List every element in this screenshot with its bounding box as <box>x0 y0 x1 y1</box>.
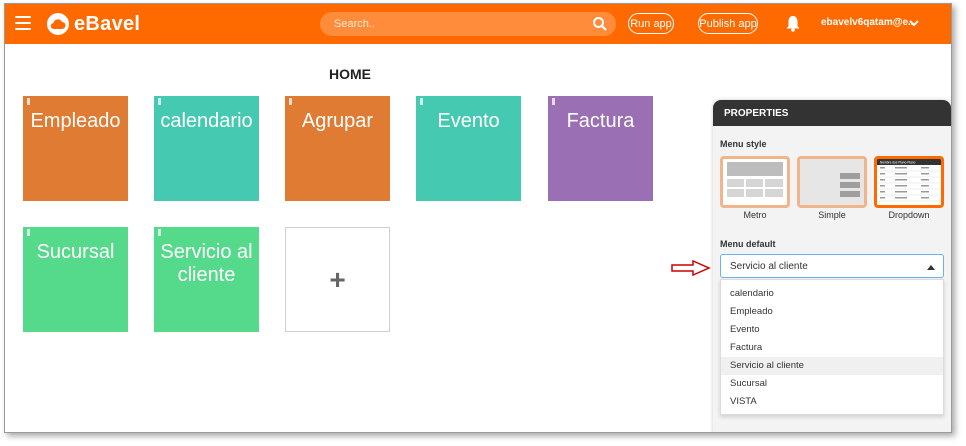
bell-icon[interactable] <box>785 15 801 32</box>
app-tile[interactable]: calendario <box>154 96 259 201</box>
style-option-dropdown[interactable]: Nombre dos Plano Plano <box>874 156 944 208</box>
tile-label: Servicio al cliente <box>160 241 253 286</box>
dropdown-option[interactable]: Evento <box>721 321 943 339</box>
simple-thumbnail-icon <box>800 159 864 205</box>
tile-handle-icon <box>289 98 292 105</box>
dropdown-option[interactable]: calendario <box>721 285 943 303</box>
dropdown-option[interactable]: Empleado <box>721 303 943 321</box>
app-tile[interactable]: Sucursal <box>23 227 128 332</box>
dropdown-option[interactable]: Servicio al cliente <box>721 357 943 375</box>
search-input[interactable] <box>334 18 574 30</box>
publish-app-button[interactable]: Publish app <box>698 13 758 34</box>
app-tile[interactable]: Evento <box>416 96 521 201</box>
tile-handle-icon <box>420 98 423 105</box>
app-tile[interactable]: Factura <box>548 96 653 201</box>
plus-icon: + <box>329 263 346 295</box>
tile-handle-icon <box>158 229 161 236</box>
tile-handle-icon <box>27 229 30 236</box>
menu-default-options: calendario Empleado Evento Factura Servicio … <box>720 279 944 415</box>
panel-title: PROPERTIES <box>713 100 951 126</box>
metro-thumbnail-icon <box>727 162 783 197</box>
cloud-icon <box>47 13 69 35</box>
tile-handle-icon <box>158 98 161 105</box>
thumb-header-text: Nombre dos Plano Plano <box>880 161 916 165</box>
menu-default-label: Menu default <box>720 239 776 249</box>
top-bar: eBavel Run app Publish app ebavelv6qatam… <box>5 4 951 44</box>
tile-label: Evento <box>437 110 500 132</box>
dropdown-option[interactable]: Sucursal <box>721 375 943 393</box>
brand-name: eBavel <box>74 12 141 35</box>
tile-label: Empleado <box>30 110 121 132</box>
search-box[interactable] <box>320 12 616 36</box>
tile-handle-icon <box>552 98 555 105</box>
app-tile[interactable]: Empleado <box>23 96 128 201</box>
chevron-down-icon[interactable] <box>908 18 920 28</box>
app-window: eBavel Run app Publish app ebavelv6qatam… <box>4 3 952 433</box>
tile-label: Sucursal <box>36 241 115 263</box>
dropdown-option[interactable]: VISTA <box>721 393 943 411</box>
style-caption-metro: Metro <box>743 210 767 220</box>
user-email[interactable]: ebavelv6qatam@e... <box>821 17 916 28</box>
app-tile[interactable]: Servicio al cliente <box>154 227 259 332</box>
page-title: HOME <box>329 66 371 82</box>
style-option-metro[interactable] <box>720 156 790 208</box>
search-icon[interactable] <box>592 16 608 32</box>
style-caption-dropdown: Dropdown <box>888 210 930 220</box>
style-option-simple[interactable] <box>797 156 867 208</box>
tile-handle-icon <box>27 98 30 105</box>
menu-default-select[interactable]: Servicio al cliente <box>720 254 944 278</box>
tile-label: Factura <box>566 110 635 132</box>
run-app-button[interactable]: Run app <box>628 13 674 34</box>
menu-style-label: Menu style <box>720 139 767 149</box>
app-tile[interactable]: Agrupar <box>285 96 390 201</box>
brand-logo[interactable]: eBavel <box>47 10 140 38</box>
add-tile-button[interactable]: + <box>285 227 390 332</box>
dropdown-option[interactable]: Factura <box>721 339 943 357</box>
dropdown-thumbnail-icon: Nombre dos Plano Plano <box>877 159 941 205</box>
select-value: Servicio al cliente <box>730 261 808 272</box>
properties-panel: PROPERTIES Menu style Metro Simple Nombr… <box>713 100 951 432</box>
arrow-right-icon <box>671 260 711 276</box>
tile-label: Agrupar <box>301 110 374 132</box>
menu-icon[interactable] <box>15 16 31 30</box>
caret-up-icon[interactable] <box>927 265 935 270</box>
tile-label: calendario <box>160 110 253 132</box>
style-caption-simple: Simple <box>818 210 846 220</box>
